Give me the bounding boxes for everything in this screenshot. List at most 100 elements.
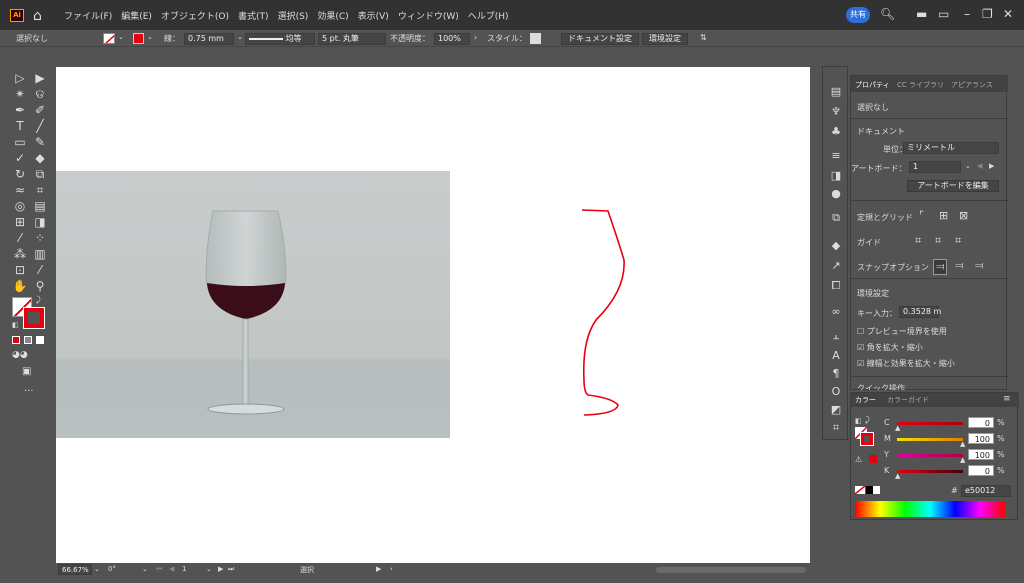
tab-appearance[interactable]: アピアランス bbox=[951, 80, 993, 90]
slider-thumb[interactable]: ▲ bbox=[960, 456, 965, 464]
libraries-icon[interactable]: ♆ bbox=[829, 105, 843, 119]
show-guides-icon[interactable]: ⌗ bbox=[915, 234, 921, 248]
snap-to-pixel-icon[interactable]: ⫤ bbox=[955, 259, 963, 273]
white-swatch[interactable] bbox=[873, 486, 880, 494]
blend-tool-icon[interactable]: ⁘ bbox=[32, 230, 48, 246]
hex-input[interactable]: e50012 bbox=[961, 485, 1011, 497]
screen-mode-icon[interactable]: ▣ bbox=[22, 366, 31, 377]
slider-thumb[interactable]: ▲ bbox=[960, 440, 965, 448]
tab-cc-libraries[interactable]: CC ライブラリ bbox=[897, 80, 944, 90]
links-icon[interactable]: ∞ bbox=[829, 305, 843, 319]
tab-color[interactable]: カラー bbox=[855, 395, 876, 405]
previous-artboard-icon[interactable]: ◀ bbox=[977, 162, 982, 170]
chevron-right-icon[interactable]: › bbox=[474, 33, 477, 42]
restore-icon[interactable]: ❐ bbox=[982, 7, 993, 21]
artboard-tool-icon[interactable]: ⊡ bbox=[12, 262, 28, 278]
color-mode-icon[interactable] bbox=[12, 336, 20, 344]
magic-wand-tool-icon[interactable]: ✴ bbox=[12, 86, 28, 102]
preview-bounds-checkbox[interactable]: ☐ プレビュー境界を使用 bbox=[857, 326, 947, 337]
preferences-button[interactable]: 環境設定 bbox=[642, 33, 688, 45]
search-icon[interactable]: 🔍︎ bbox=[880, 7, 895, 21]
opentype-icon[interactable]: O bbox=[829, 385, 843, 399]
snap-to-glyph-icon[interactable]: ⫤ bbox=[975, 259, 983, 273]
chevron-down-icon[interactable]: ⌄ bbox=[118, 33, 124, 41]
layers-icon[interactable]: ▤ bbox=[829, 85, 843, 99]
stroke-swatch[interactable] bbox=[133, 33, 144, 44]
wine-glass-photo[interactable] bbox=[56, 171, 450, 438]
opacity-input[interactable]: 100% bbox=[434, 33, 470, 45]
chevron-down-icon[interactable]: ⌄ bbox=[206, 565, 212, 573]
zoom-tool-icon[interactable]: ⚲ bbox=[32, 278, 48, 294]
document-setup-button[interactable]: ドキュメント設定 bbox=[561, 33, 639, 45]
default-colors-icon[interactable]: ◧ bbox=[855, 417, 862, 425]
stroke-color-swatch[interactable] bbox=[23, 307, 45, 329]
snap-to-point-icon[interactable]: ⫤ bbox=[933, 259, 948, 275]
next-artboard-icon[interactable]: ▶ bbox=[989, 162, 994, 170]
ruler-icon[interactable]: ⌜ bbox=[919, 209, 924, 222]
artboards-icon[interactable]: ⧠ bbox=[829, 279, 843, 293]
artboard-number[interactable]: 1 bbox=[182, 565, 186, 573]
black-slider[interactable] bbox=[897, 470, 963, 473]
stroke-weight-input[interactable]: 0.75 mm bbox=[184, 33, 234, 45]
pathfinder-icon[interactable]: ◩ bbox=[829, 403, 843, 417]
style-swatch[interactable] bbox=[530, 33, 541, 44]
share-button[interactable]: 共有 bbox=[846, 7, 870, 23]
chevron-left-icon[interactable]: ‹ bbox=[390, 565, 393, 573]
menu-file[interactable]: ファイル(F) bbox=[64, 9, 112, 22]
yellow-input[interactable]: 100 bbox=[968, 449, 994, 460]
transform-icon[interactable]: ⌗ bbox=[829, 421, 843, 435]
arrange-documents-icon[interactable]: ⇅ bbox=[700, 33, 707, 42]
slider-thumb[interactable]: ▲ bbox=[895, 472, 900, 480]
menu-object[interactable]: オブジェクト(O) bbox=[161, 9, 229, 22]
home-icon[interactable]: ⌂ bbox=[33, 8, 42, 24]
paintbrush-tool-icon[interactable]: ✎ bbox=[32, 134, 48, 150]
mesh-tool-icon[interactable]: ⊞ bbox=[12, 214, 28, 230]
chevron-down-icon[interactable]: ⌄ bbox=[965, 162, 971, 170]
symbol-sprayer-tool-icon[interactable]: ⁂ bbox=[12, 246, 28, 262]
zoom-input[interactable]: 66.67% bbox=[58, 564, 92, 575]
close-icon[interactable]: ✕ bbox=[1003, 7, 1013, 21]
cyan-input[interactable]: 0 bbox=[968, 417, 994, 428]
scale-tool-icon[interactable]: ⧉ bbox=[32, 166, 48, 182]
slice-tool-icon[interactable]: ⁄ bbox=[32, 262, 48, 278]
character-icon[interactable]: A bbox=[829, 349, 843, 363]
artboard-select[interactable]: 1 bbox=[909, 161, 961, 173]
transparency-panel-icon[interactable]: ● bbox=[829, 187, 843, 201]
glass-outline-path[interactable] bbox=[576, 200, 636, 425]
next-artboard-icon[interactable]: ▶ bbox=[218, 565, 223, 573]
eyedropper-tool-icon[interactable]: ⁄ bbox=[12, 230, 28, 246]
cyan-slider[interactable] bbox=[897, 422, 963, 425]
shape-builder-tool-icon[interactable]: ◎ bbox=[12, 198, 28, 214]
tab-properties[interactable]: プロパティ bbox=[855, 80, 890, 90]
none-mode-icon[interactable] bbox=[36, 336, 44, 344]
shaper-tool-icon[interactable]: ✓ bbox=[12, 150, 28, 166]
menu-window[interactable]: ウィンドウ(W) bbox=[398, 9, 459, 22]
black-input[interactable]: 0 bbox=[968, 465, 994, 476]
keyboard-increment-input[interactable]: 0.3528 m bbox=[899, 306, 941, 318]
swap-colors-icon[interactable]: ⤸ bbox=[865, 415, 870, 425]
column-graph-tool-icon[interactable]: ▥ bbox=[32, 246, 48, 262]
menu-edit[interactable]: 編集(E) bbox=[121, 9, 152, 22]
panel-menu-icon[interactable]: ≡ bbox=[1003, 394, 1011, 404]
type-tool-icon[interactable]: T bbox=[12, 118, 28, 134]
curvature-tool-icon[interactable]: ✐ bbox=[32, 102, 48, 118]
gradient-panel-icon[interactable]: ◨ bbox=[829, 169, 843, 183]
chevron-down-icon[interactable]: ⌄ bbox=[142, 565, 148, 573]
more-tools-icon[interactable]: ··· bbox=[24, 386, 34, 397]
perspective-grid-tool-icon[interactable]: ▤ bbox=[32, 198, 48, 214]
variable-width-profile[interactable]: 均等 bbox=[245, 33, 315, 45]
paragraph-icon[interactable]: ¶ bbox=[829, 367, 843, 381]
menu-type[interactable]: 書式(T) bbox=[238, 9, 269, 22]
grid-icon[interactable]: ⊞ bbox=[939, 209, 948, 222]
free-transform-tool-icon[interactable]: ⌗ bbox=[32, 182, 48, 198]
eraser-tool-icon[interactable]: ◆ bbox=[32, 150, 48, 166]
previous-artboard-icon[interactable]: ◀ bbox=[169, 565, 174, 573]
pen-tool-icon[interactable]: ✒ bbox=[12, 102, 28, 118]
slider-thumb[interactable]: ▲ bbox=[895, 424, 900, 432]
image-trace-icon[interactable]: ⧉ bbox=[829, 211, 843, 225]
color-spectrum[interactable] bbox=[855, 501, 1005, 517]
lock-guides-icon[interactable]: ⌗ bbox=[935, 234, 941, 248]
direct-selection-tool-icon[interactable]: ▶ bbox=[32, 70, 48, 86]
edit-artboards-button[interactable]: アートボードを編集 bbox=[907, 180, 999, 192]
export-icon[interactable]: ↗ bbox=[829, 259, 843, 273]
